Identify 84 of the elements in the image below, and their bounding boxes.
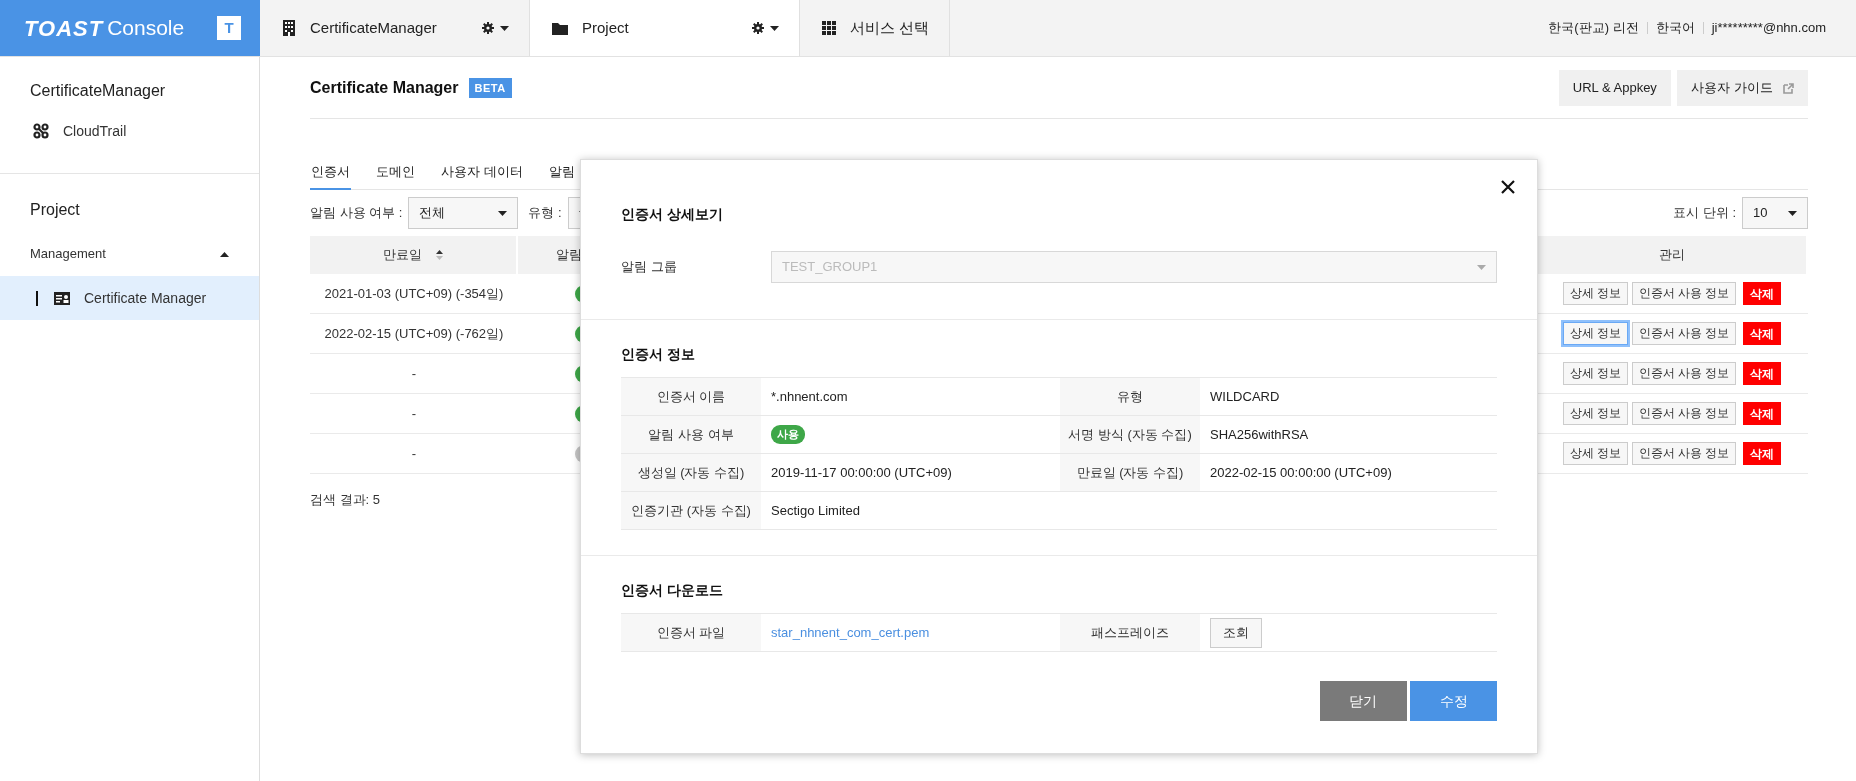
sidebar-item[interactable]: Certificate Manager <box>0 276 259 320</box>
logo-text: Console <box>107 15 185 42</box>
row-button[interactable]: 인증서 사용 정보 <box>1631 362 1737 385</box>
header-link[interactable]: 한국어 <box>1646 22 1703 34</box>
delete-button[interactable]: 삭제 <box>1742 322 1781 345</box>
settings-icon[interactable] <box>751 22 764 34</box>
field-label: 만료일 (자동 수집) <box>1060 454 1200 492</box>
caret-icon <box>498 210 508 216</box>
delete-button[interactable]: 삭제 <box>1742 282 1781 305</box>
row-button[interactable]: 상세 정보 <box>1563 362 1629 385</box>
row-button[interactable]: 인증서 사용 정보 <box>1631 402 1737 425</box>
page-size-label: 표시 단위 : <box>1673 204 1736 223</box>
status-badge: 사용 <box>771 425 805 444</box>
filter-label: 유형 : <box>528 204 562 223</box>
dialog-title: 인증서 상세보기 <box>621 205 724 224</box>
close-button[interactable]: 닫기 <box>1319 681 1407 721</box>
building-icon <box>282 20 296 36</box>
tab[interactable]: 인증서 <box>310 156 351 190</box>
header-button[interactable]: URL & Appkey <box>1558 70 1671 106</box>
sidebar-heading: CertificateManager <box>29 81 167 101</box>
table-cell: 2021-01-03 (UTC+09) (-354일) <box>310 274 518 314</box>
field-value: 2022-02-15 00:00:00 (UTC+09) <box>1200 454 1497 492</box>
field-label: 인증서 파일 <box>621 614 761 652</box>
delete-button[interactable]: 삭제 <box>1742 362 1781 385</box>
caret-icon <box>1788 210 1797 216</box>
table-cell: - <box>310 394 518 434</box>
result-count: 검색 결과: 5 <box>310 491 382 509</box>
header-link[interactable]: 한국(판교) 리전 <box>1540 22 1647 34</box>
table-cell: - <box>310 354 518 394</box>
caret-icon <box>1477 264 1486 270</box>
row-button[interactable]: 인증서 사용 정보 <box>1631 282 1737 305</box>
row-button[interactable]: 상세 정보 <box>1563 402 1629 425</box>
field-label: 유형 <box>1060 378 1200 416</box>
sidebar-item[interactable]: CloudTrail <box>0 109 259 153</box>
settings-icon[interactable] <box>481 22 494 34</box>
tab[interactable]: 알림 <box>547 156 576 190</box>
close-icon[interactable] <box>1501 180 1515 194</box>
column-header: 관리 <box>1538 236 1808 274</box>
header-link[interactable]: ji*********@nhn.com <box>1702 22 1834 34</box>
table-cell: 2022-02-15 (UTC+09) (-762일) <box>310 314 518 354</box>
field-label: 인증서 이름 <box>621 378 761 416</box>
field-value: Sectigo Limited <box>761 492 1060 530</box>
group-select: TEST_GROUP1 <box>771 251 1497 283</box>
field-value: SHA256withRSA <box>1200 416 1497 454</box>
filter-label: 알림 사용 여부 : <box>310 204 403 223</box>
sidebar-group[interactable]: Management <box>0 232 259 276</box>
delete-button[interactable]: 삭제 <box>1742 442 1781 465</box>
row-button[interactable]: 상세 정보 <box>1563 282 1629 305</box>
selection-marker <box>36 290 38 306</box>
nodes-icon <box>33 123 49 139</box>
view-button[interactable]: 조회 <box>1210 617 1262 648</box>
tab[interactable]: 도메인 <box>375 156 416 190</box>
field-label: 생성일 (자동 수집) <box>621 454 761 492</box>
filter-select[interactable]: 전체 <box>408 197 519 229</box>
row-button[interactable]: 인증서 사용 정보 <box>1631 322 1737 345</box>
page-size-select[interactable]: 10 <box>1742 197 1808 229</box>
row-button[interactable]: 상세 정보 <box>1563 442 1629 465</box>
table-cell: - <box>310 434 518 474</box>
service-tab[interactable]: Project <box>530 0 800 56</box>
grid-icon <box>822 21 836 35</box>
field-label: 패스프레이즈 <box>1060 614 1200 652</box>
file-link[interactable]: star_nhnent_com_cert.pem <box>771 622 930 643</box>
tab[interactable]: 사용자 데이터 <box>440 156 524 190</box>
section-title: 인증서 정보 <box>621 345 696 364</box>
delete-button[interactable]: 삭제 <box>1742 402 1781 425</box>
field-label: 서명 방식 (자동 수집) <box>1060 416 1200 454</box>
folder-icon <box>552 21 568 35</box>
field-label: 알림 사용 여부 <box>621 416 761 454</box>
logo-wordmark: TOAST <box>24 14 104 43</box>
beta-badge: BETA <box>468 77 512 99</box>
row-button[interactable]: 인증서 사용 정보 <box>1631 442 1737 465</box>
field-value: WILDCARD <box>1200 378 1497 416</box>
column-header[interactable]: 만료일 <box>310 236 518 274</box>
card-icon <box>54 291 70 305</box>
section-title: 인증서 다운로드 <box>621 581 724 600</box>
field-label: 인증기관 (자동 수집) <box>621 492 761 530</box>
sidebar-heading: Project <box>29 200 81 220</box>
caret-up-icon <box>220 251 229 257</box>
header-button[interactable]: 사용자 가이드 <box>1677 70 1808 106</box>
caret-icon <box>500 25 509 31</box>
sort-icon <box>436 250 443 260</box>
caret-icon <box>770 25 779 31</box>
page-title: Certificate Manager <box>310 78 459 98</box>
row-button[interactable]: 상세 정보 <box>1563 322 1629 345</box>
